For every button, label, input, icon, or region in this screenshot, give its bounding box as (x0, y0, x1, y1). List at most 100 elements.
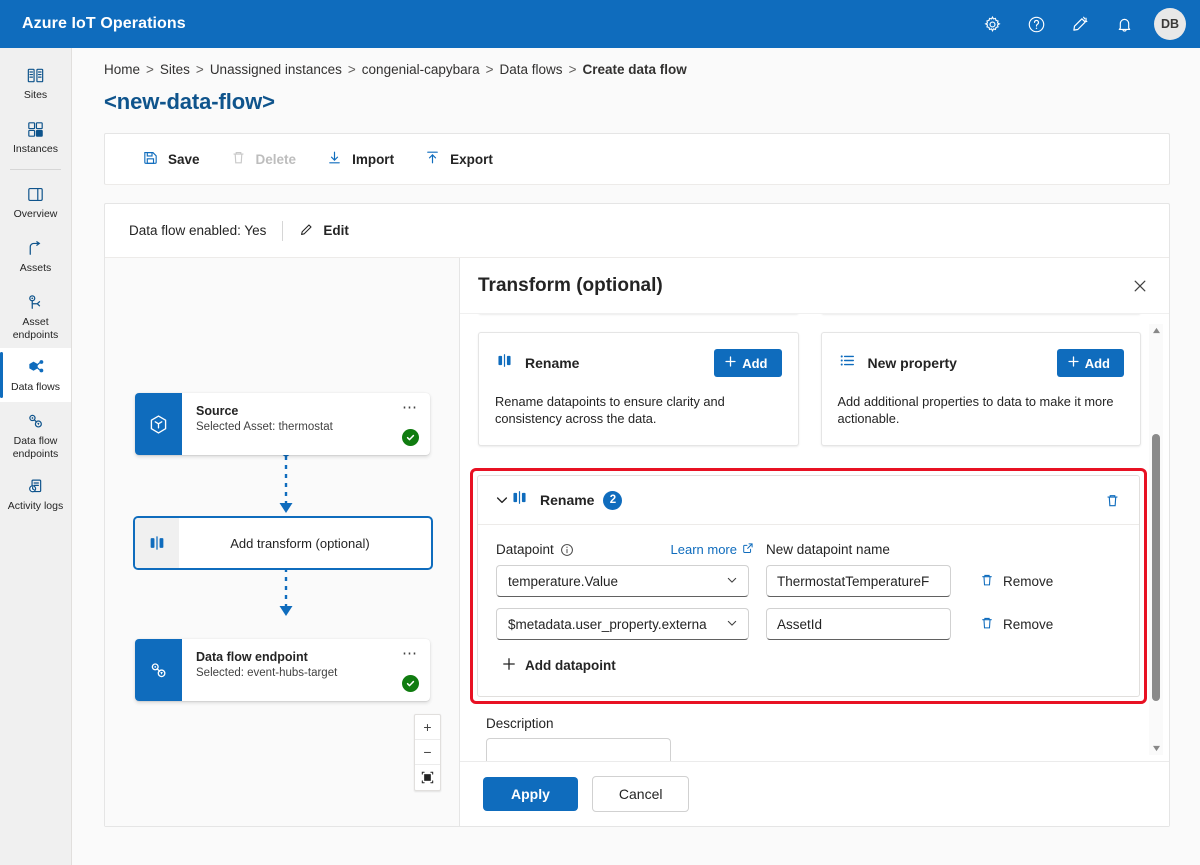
transform-panel: Transform (optional) othe (460, 258, 1169, 826)
sidebar-item-label: Instances (13, 143, 58, 155)
source-node-status-badge (402, 429, 419, 446)
import-button[interactable]: Import (313, 142, 407, 176)
save-label: Save (168, 151, 200, 167)
export-label: Export (450, 151, 493, 167)
sidebar-item-overview[interactable]: Overview (0, 175, 71, 229)
edit-label: Edit (323, 223, 349, 238)
save-button[interactable]: Save (129, 142, 213, 176)
remove-rename-row-1-button[interactable]: Remove (973, 568, 1059, 595)
scrollbar-thumb[interactable] (1152, 434, 1160, 702)
breadcrumb: Home > Sites > Unassigned instances > co… (104, 62, 1170, 77)
remove-label: Remove (1003, 573, 1054, 589)
datapoint-label: Datapoint (496, 542, 554, 557)
source-node-body: Source Selected Asset: thermostat ⋯ (182, 393, 430, 455)
canvas-zoom-controls: + − (414, 714, 441, 791)
sidebar-item-data-flow-endpoints[interactable]: Data flow endpoints (0, 402, 71, 467)
remove-label: Remove (1003, 616, 1054, 632)
delete-icon (230, 149, 247, 169)
sidebar-item-asset-endpoints[interactable]: Asset endpoints (0, 283, 71, 348)
zoom-out-button[interactable]: − (415, 740, 440, 765)
datapoint-select-1[interactable]: temperature.Value (496, 565, 749, 597)
zoom-in-button[interactable]: + (415, 715, 440, 740)
export-button[interactable]: Export (411, 142, 506, 176)
delete-rename-section-button[interactable] (1099, 487, 1125, 513)
option-card-rename[interactable]: Rename Add Rename datapoints to ensure c… (478, 332, 799, 446)
option-card-new-property[interactable]: New property Add Add additional properti… (820, 332, 1141, 446)
save-icon (142, 149, 159, 169)
notifications-icon[interactable] (1104, 4, 1144, 44)
source-node-more-button[interactable]: ⋯ (402, 398, 418, 416)
sidebar-item-instances[interactable]: Instances (0, 110, 71, 164)
add-rename-button[interactable]: Add (714, 349, 782, 377)
breadcrumb-item-data-flows[interactable]: Data flows (500, 62, 563, 77)
description-label: Description (486, 716, 554, 731)
asset-endpoints-icon (25, 291, 46, 313)
add-new-property-button[interactable]: Add (1056, 349, 1124, 377)
settings-icon[interactable] (972, 4, 1012, 44)
breadcrumb-separator: > (568, 62, 577, 77)
app-title: Azure IoT Operations (22, 15, 186, 32)
flow-canvas[interactable]: Source Selected Asset: thermostat ⋯ Add … (105, 258, 460, 826)
sidebar-item-sites[interactable]: Sites (0, 56, 71, 110)
cancel-button[interactable]: Cancel (591, 776, 690, 812)
apply-button[interactable]: Apply (483, 777, 578, 811)
breadcrumb-item-home[interactable]: Home (104, 62, 140, 77)
sidebar: Sites Instances Overview Assets Asset en… (0, 48, 72, 865)
help-icon[interactable] (1016, 4, 1056, 44)
datapoint-header-row: Datapoint Learn more New datapoint name (496, 542, 1123, 557)
sidebar-item-assets[interactable]: Assets (0, 229, 71, 283)
remove-rename-row-2-button[interactable]: Remove (973, 611, 1059, 638)
sidebar-item-label: Sites (23, 89, 48, 101)
breadcrumb-separator: > (347, 62, 356, 77)
scrollbar-track[interactable] (1149, 337, 1163, 742)
rename-row: $metadata.user_property.externa AssetId … (496, 608, 1123, 640)
divider (282, 220, 284, 241)
scroll-down-arrow-icon[interactable] (1152, 742, 1161, 755)
new-datapoint-name-input-2[interactable]: AssetId (766, 608, 951, 640)
learn-more-link[interactable]: Learn more (671, 542, 754, 557)
destination-node-more-button[interactable]: ⋯ (402, 644, 418, 662)
fit-to-view-button[interactable] (415, 765, 440, 790)
breadcrumb-item-sites[interactable]: Sites (160, 62, 190, 77)
transform-panel-scroll-area[interactable]: other manipulations. included. (460, 313, 1169, 761)
rename-row: temperature.Value ThermostatTemperatureF… (496, 565, 1123, 597)
add-datapoint-button[interactable]: Add datapoint (496, 651, 624, 680)
new-datapoint-name-input-1[interactable]: ThermostatTemperatureF (766, 565, 951, 597)
import-icon (326, 149, 343, 169)
transform-option-cards: Rename Add Rename datapoints to ensure c… (478, 332, 1141, 446)
breadcrumb-current: Create data flow (582, 62, 687, 77)
panel-scrollbar[interactable] (1149, 324, 1163, 755)
description-input[interactable] (486, 738, 671, 761)
breadcrumb-item-instance[interactable]: congenial-capybara (362, 62, 480, 77)
chevron-down-icon (725, 573, 739, 590)
assets-icon (25, 237, 46, 259)
source-node[interactable]: Source Selected Asset: thermostat ⋯ (135, 393, 430, 455)
option-card-header: New property Add (838, 349, 1124, 377)
close-icon[interactable] (1125, 271, 1155, 301)
data-flow-enabled-status: Data flow enabled: Yes (129, 223, 267, 238)
breadcrumb-item-unassigned-instances[interactable]: Unassigned instances (210, 62, 342, 77)
new-datapoint-name-value: AssetId (777, 616, 823, 632)
add-transform-node[interactable]: Add transform (optional) (133, 516, 433, 570)
avatar[interactable]: DB (1154, 8, 1186, 40)
feedback-icon[interactable] (1060, 4, 1100, 44)
edit-button[interactable]: Edit (299, 221, 349, 240)
destination-node[interactable]: Data flow endpoint Selected: event-hubs-… (135, 639, 430, 701)
sidebar-item-label: Overview (13, 208, 58, 220)
rename-accordion-header[interactable]: Rename 2 (478, 476, 1139, 525)
scroll-up-arrow-icon[interactable] (1152, 324, 1161, 337)
chevron-down-icon[interactable] (494, 492, 510, 508)
partial-option-card[interactable]: included. (821, 313, 1142, 314)
partial-option-card[interactable]: other manipulations. (478, 313, 799, 314)
datapoint-select-value: temperature.Value (508, 573, 619, 589)
option-card-description: Add additional properties to data to mak… (837, 394, 1114, 426)
datapoint-select-2[interactable]: $metadata.user_property.externa (496, 608, 749, 640)
sidebar-item-activity-logs[interactable]: Activity logs (0, 467, 71, 521)
rename-accordion-body: Datapoint Learn more New datapoint name … (478, 525, 1139, 696)
data-flow-enabled-bar: Data flow enabled: Yes Edit (105, 204, 1169, 258)
rename-section-highlight: Rename 2 Datapoint Learn more New datapo… (470, 468, 1147, 704)
info-icon[interactable] (560, 543, 574, 557)
sidebar-item-label: Asset endpoints (12, 316, 59, 341)
sidebar-item-data-flows[interactable]: Data flows (0, 348, 71, 402)
connector-source-to-transform (279, 448, 293, 513)
